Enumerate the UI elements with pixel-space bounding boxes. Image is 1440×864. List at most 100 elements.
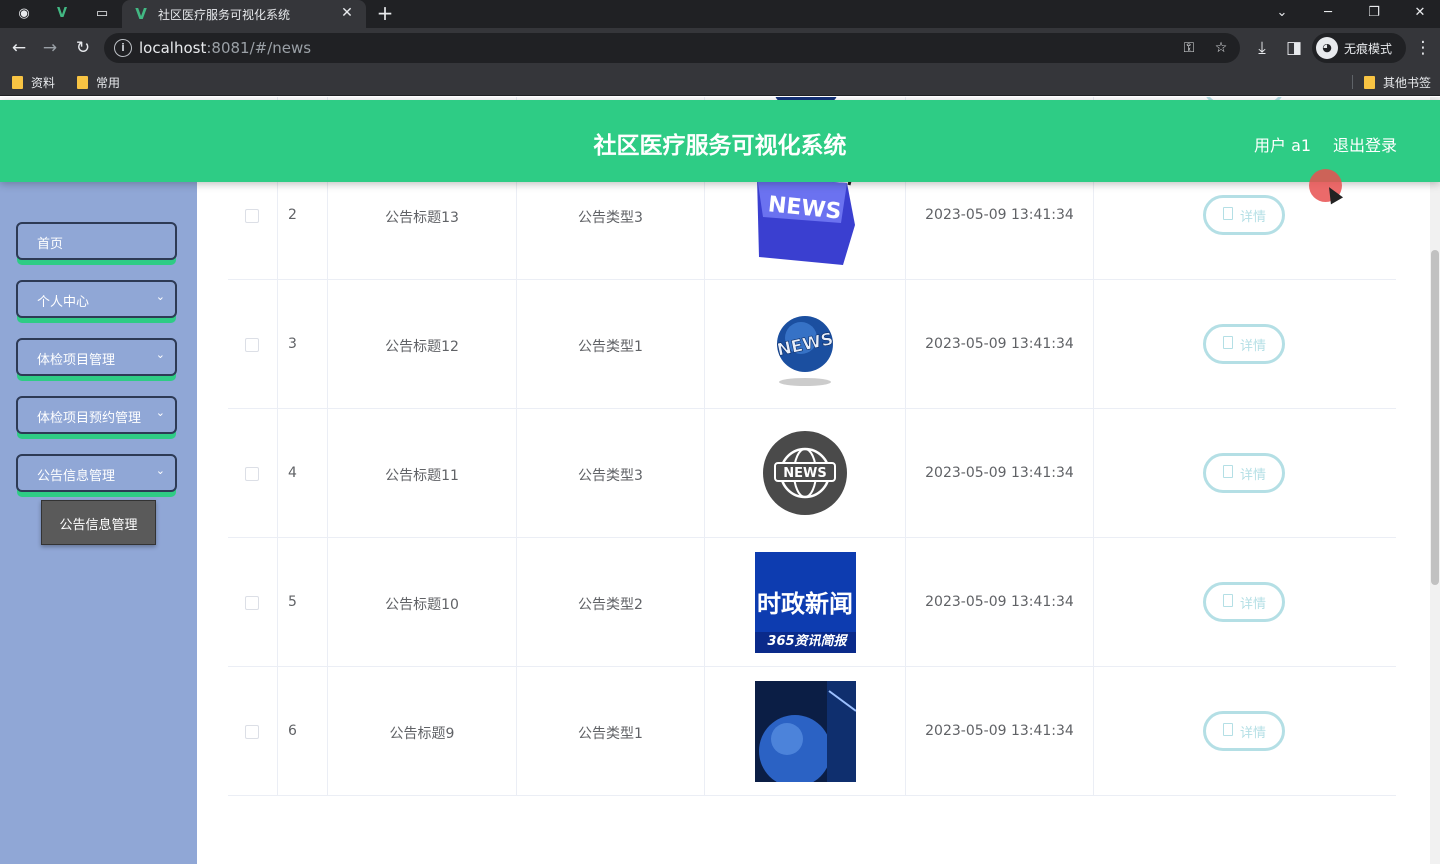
detail-button[interactable]: 详情 — [1203, 324, 1285, 364]
row-type: 公告类型2 — [517, 97, 704, 98]
thumb-text: 时政新闻 — [757, 590, 853, 618]
action-cell: 详情 — [1094, 280, 1396, 409]
checkbox-cell — [228, 667, 278, 796]
news-thumbnail: NEWS — [755, 294, 856, 395]
detail-button[interactable]: 详情 — [1203, 195, 1285, 235]
time-cell: 2023-05-09 13:41:34 — [906, 667, 1094, 796]
active-tab[interactable]: V 社区医疗服务可视化系统 ✕ — [122, 0, 366, 28]
other-bookmarks[interactable]: 其他书签 — [1364, 73, 1431, 91]
image-cell: NEWS — [705, 409, 906, 538]
table-row: 4 公告标题11 公告类型3 NEWS 2023-05-09 13:41:34 — [228, 409, 1396, 538]
incognito-indicator[interactable]: ◕ 无痕模式 — [1312, 33, 1406, 63]
page-scrollbar[interactable] — [1430, 97, 1440, 864]
chevron-down-icon: ⌄ — [155, 406, 165, 419]
row-checkbox[interactable] — [245, 467, 259, 481]
checkbox-cell — [228, 538, 278, 667]
bookmarks-bar: 资料 常用 其他书签 — [0, 68, 1440, 96]
bookmark-folder[interactable]: 资料 — [12, 73, 55, 91]
sidebar-item-personal-center[interactable]: 个人中心 ⌄ — [16, 280, 177, 318]
tab-search-icon[interactable]: ⌄ — [1270, 2, 1294, 24]
sidebar-item-checkup-appointments[interactable]: 体检项目预约管理 ⌄ — [16, 396, 177, 434]
key-icon[interactable]: ⚿ — [1178, 37, 1200, 59]
detail-button[interactable]: 详情 — [1203, 453, 1285, 493]
table-row: 6 公告标题9 公告类型1 2023-05-09 13:41:34 详情 — [228, 667, 1396, 796]
title-cell: 公告标题12 — [328, 280, 517, 409]
logout-link[interactable]: 退出登录 — [1333, 132, 1397, 156]
row-checkbox[interactable] — [245, 338, 259, 352]
bookmark-star-icon[interactable]: ☆ — [1210, 37, 1232, 59]
tab-title: 社区医疗服务可视化系统 — [158, 8, 291, 22]
site-info-icon[interactable]: i — [114, 39, 132, 57]
row-type: 公告类型1 — [578, 339, 643, 355]
row-title: 公告标题11 — [385, 468, 459, 484]
document-icon — [1223, 207, 1233, 220]
detail-button-label: 详情 — [1240, 597, 1267, 612]
table-row: 3 公告标题12 公告类型1 NEWS 2023-05-09 13:41:34 — [228, 280, 1396, 409]
row-title: 公告标题13 — [385, 210, 459, 226]
sidebar-item-label: 体检项目预约管理 — [37, 411, 142, 426]
time-cell: 2023-05-09 13:41:34 — [906, 538, 1094, 667]
back-icon[interactable]: ← — [8, 37, 30, 59]
reload-icon[interactable]: ↻ — [72, 37, 94, 59]
row-title: 公告标题9 — [389, 726, 455, 742]
sidebar-item-label: 个人中心 — [37, 295, 90, 310]
new-tab-button[interactable]: + — [374, 2, 396, 24]
download-icon[interactable]: ⤓ — [1251, 37, 1273, 59]
browser-globe-icon[interactable]: ◉ — [14, 4, 34, 24]
time-cell: 2023-05-09 13:41:34 — [906, 409, 1094, 538]
checkbox-cell — [228, 409, 278, 538]
row-type: 公告类型3 — [578, 468, 643, 484]
index-cell: 5 — [278, 538, 328, 667]
restore-icon[interactable]: ❐ — [1362, 2, 1386, 24]
index-cell: 6 — [278, 667, 328, 796]
row-title: 公告标题14 — [328, 97, 516, 98]
close-tab-icon[interactable]: ✕ — [338, 4, 356, 22]
vue-tab-icon[interactable]: V — [52, 4, 72, 24]
sidebar: 首页 个人中心 ⌄ 体检项目管理 ⌄ 体检项目预约管理 ⌄ 公告信息管理 ⌄ 公… — [0, 182, 197, 864]
detail-button[interactable]: 详情 — [1203, 582, 1285, 622]
row-checkbox[interactable] — [245, 596, 259, 610]
image-cell — [705, 667, 906, 796]
scrollbar-thumb[interactable] — [1431, 250, 1439, 585]
close-window-icon[interactable]: ✕ — [1408, 2, 1432, 24]
row-checkbox[interactable] — [245, 209, 259, 223]
bookmark-folder[interactable]: 常用 — [77, 73, 120, 91]
submenu-announcement-management[interactable]: 公告信息管理 — [41, 500, 156, 545]
folder-icon — [12, 75, 23, 89]
chevron-down-icon: ⌄ — [155, 290, 165, 303]
news-thumbnail — [755, 681, 856, 782]
browser-menu-icon[interactable]: ⋮ — [1412, 37, 1434, 59]
minimize-icon[interactable]: ─ — [1316, 2, 1340, 24]
bookmark-separator — [1352, 75, 1353, 89]
row-title: 公告标题12 — [385, 339, 459, 355]
chevron-down-icon: ⌄ — [155, 348, 165, 361]
detail-button[interactable]: 详情 — [1203, 711, 1285, 751]
main-content: 1 公告标题14 公告类型2 头条 新闻 2023-05-09 13:41:34 — [197, 97, 1440, 864]
forward-icon[interactable]: → — [39, 37, 61, 59]
title-cell: 公告标题10 — [328, 538, 517, 667]
type-cell: 公告类型2 — [517, 538, 705, 667]
sidebar-item-label: 公告信息管理 — [37, 469, 116, 484]
chevron-down-icon: ⌄ — [155, 464, 165, 477]
document-icon — [1223, 336, 1233, 349]
type-cell: 公告类型3 — [517, 409, 705, 538]
row-checkbox[interactable] — [245, 725, 259, 739]
detail-button-label: 详情 — [1240, 468, 1267, 483]
checkbox-cell — [228, 280, 278, 409]
index-cell: 3 — [278, 280, 328, 409]
news-thumbnail: 时政新闻 365资讯简报 — [755, 552, 856, 653]
url-field[interactable]: i localhost:8081/#/news ⚿ ☆ — [104, 33, 1240, 63]
image-cell: NEWS — [705, 280, 906, 409]
side-panel-icon[interactable]: ◨ — [1283, 37, 1305, 59]
window-icon[interactable]: ▭ — [92, 4, 112, 24]
sidebar-item-checkup-projects[interactable]: 体检项目管理 ⌄ — [16, 338, 177, 376]
news-thumbnail: NEWS — [755, 423, 856, 524]
row-time: 2023-05-09 13:41:34 — [925, 207, 1074, 223]
detail-button-label: 详情 — [1240, 339, 1267, 354]
sidebar-item-home[interactable]: 首页 — [16, 222, 177, 260]
document-icon — [1223, 723, 1233, 736]
action-cell: 详情 — [1094, 667, 1396, 796]
url-text[interactable]: localhost:8081/#/news — [139, 39, 311, 57]
row-index: 6 — [288, 723, 297, 739]
sidebar-item-announcements[interactable]: 公告信息管理 ⌄ — [16, 454, 177, 492]
